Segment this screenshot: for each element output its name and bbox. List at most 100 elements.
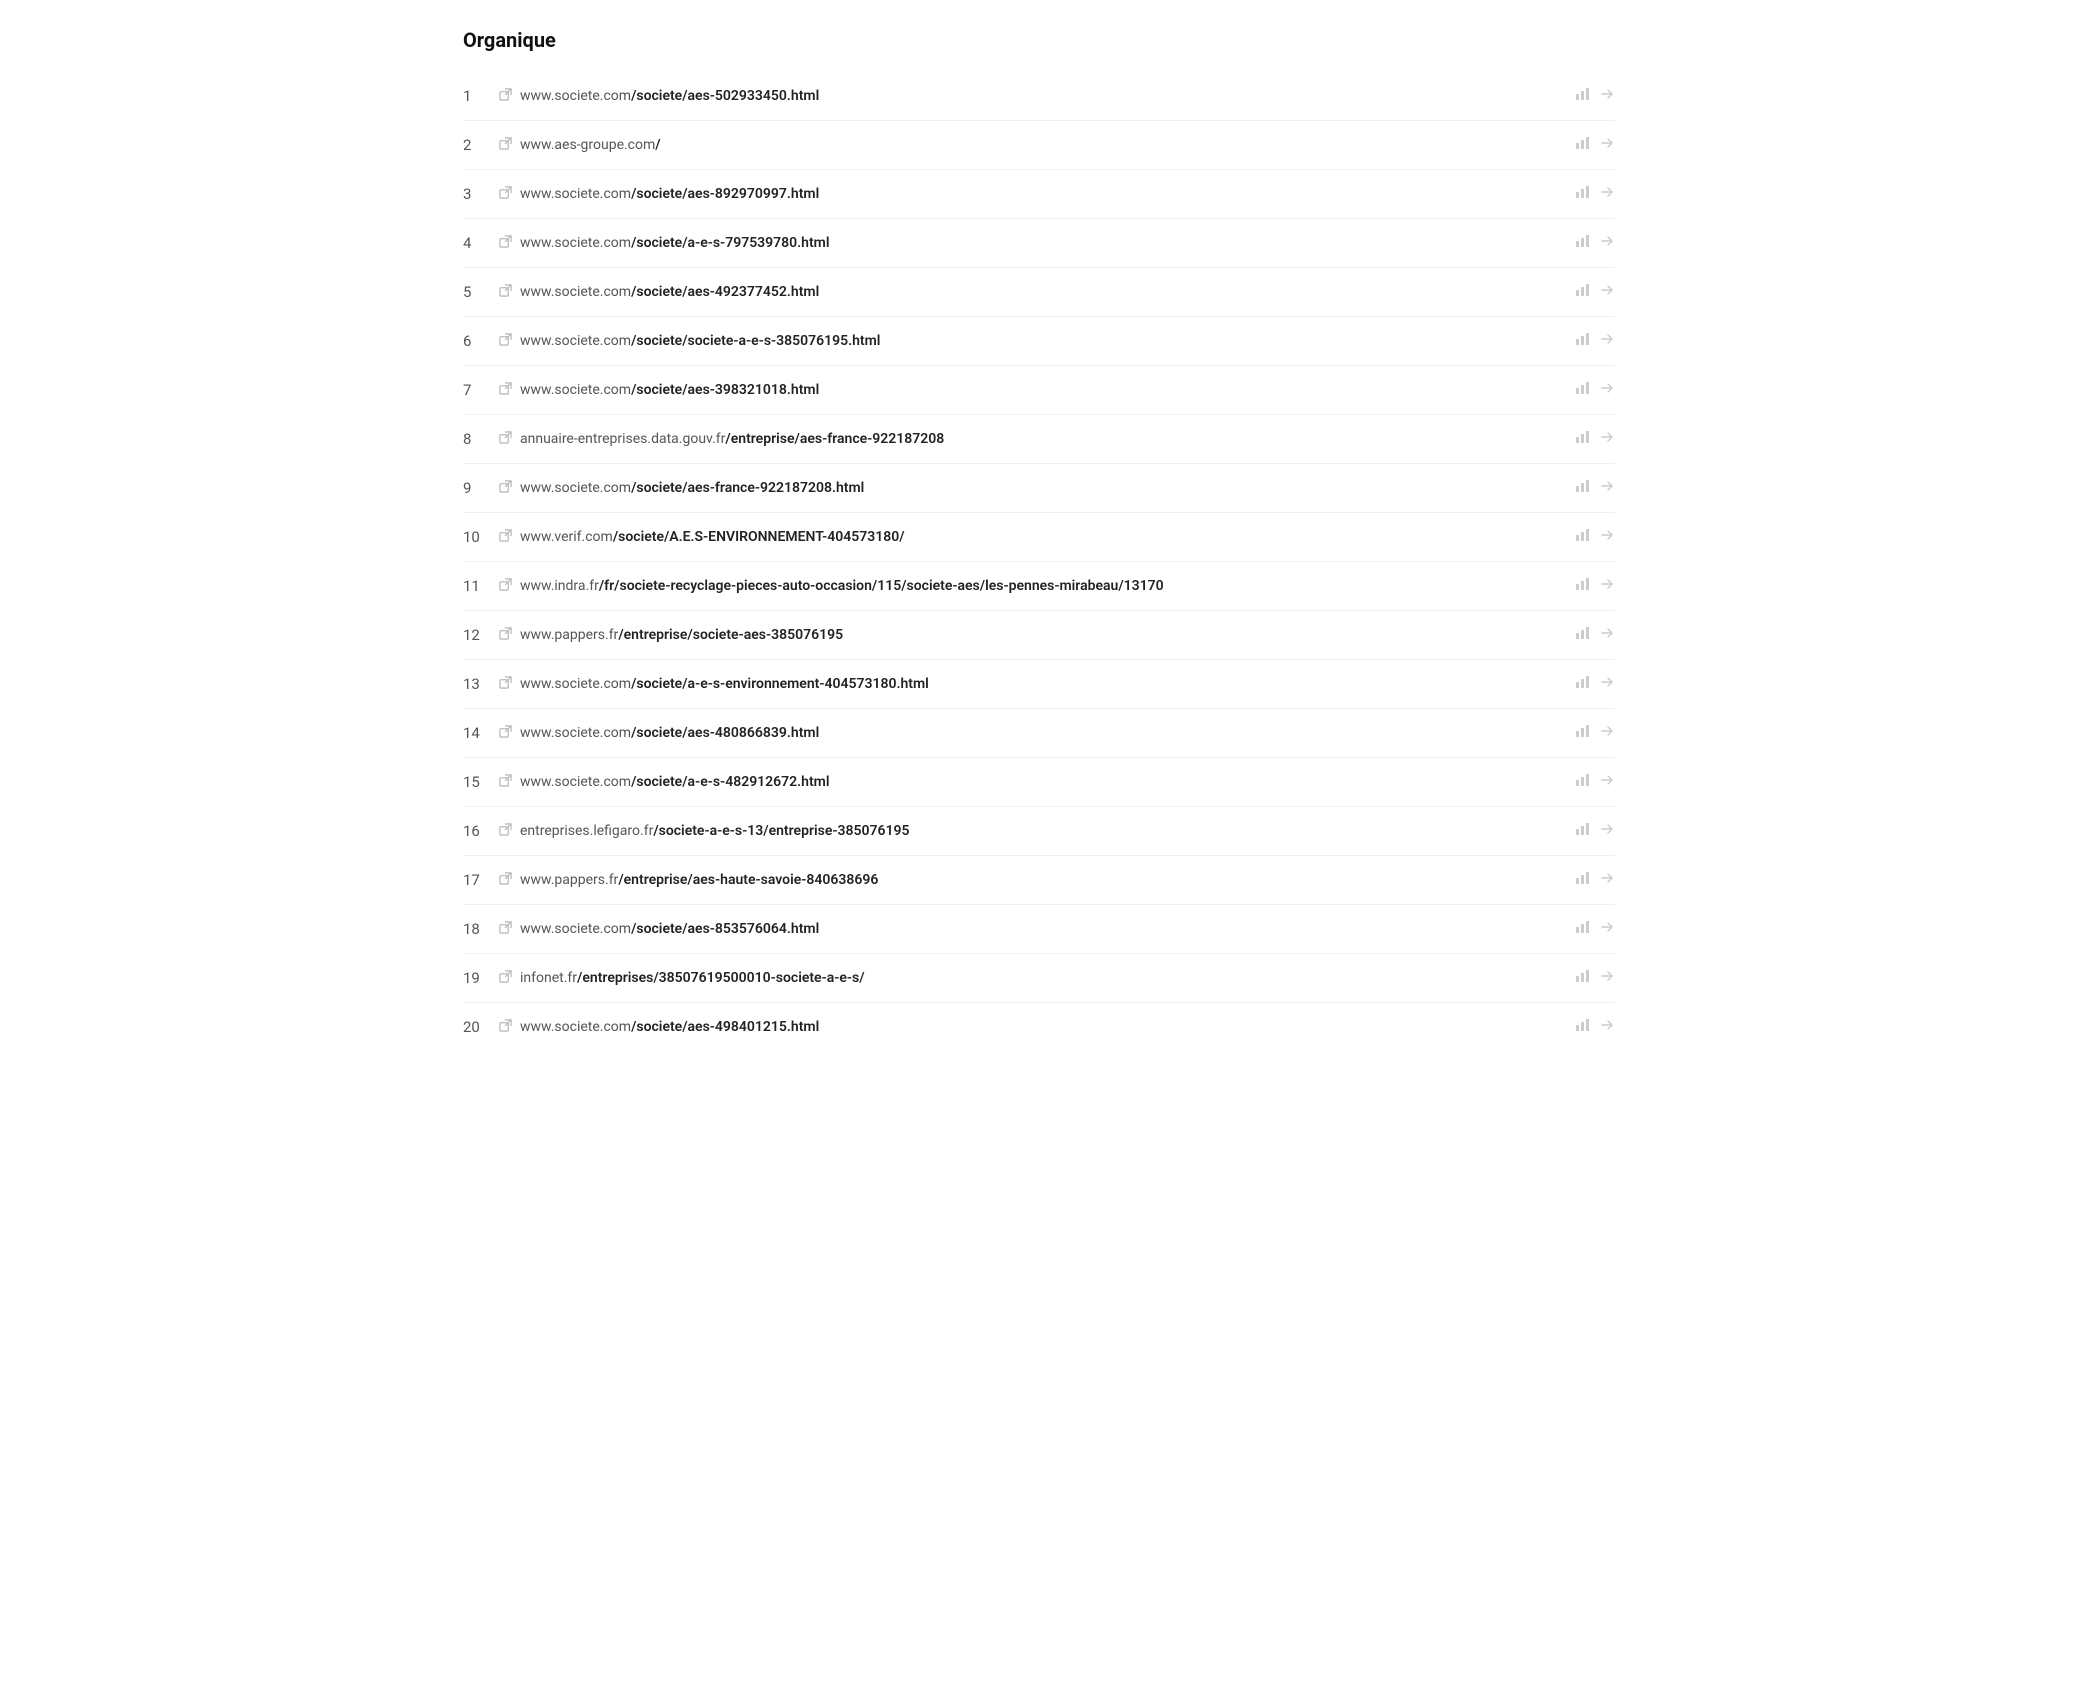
external-link-icon [499, 88, 512, 105]
url-text[interactable]: www.societe.com/societe/aes-853576064.ht… [520, 921, 1563, 937]
url-text[interactable]: annuaire-entreprises.data.gouv.fr/entrep… [520, 431, 1563, 447]
chart-icon[interactable] [1575, 527, 1591, 547]
url-text[interactable]: www.pappers.fr/entreprise/societe-aes-38… [520, 627, 1563, 643]
rank-number: 9 [463, 479, 499, 497]
navigate-arrow-icon[interactable] [1599, 86, 1615, 106]
navigate-arrow-icon[interactable] [1599, 772, 1615, 792]
result-item: 8 annuaire-entreprises.data.gouv.fr/entr… [463, 415, 1615, 464]
url-text[interactable]: www.societe.com/societe/aes-398321018.ht… [520, 382, 1563, 398]
url-text[interactable]: www.societe.com/societe/aes-492377452.ht… [520, 284, 1563, 300]
navigate-arrow-icon[interactable] [1599, 331, 1615, 351]
url-text[interactable]: www.societe.com/societe/aes-480866839.ht… [520, 725, 1563, 741]
external-link-icon [499, 823, 512, 840]
chart-icon[interactable] [1575, 1017, 1591, 1037]
url-text[interactable]: www.pappers.fr/entreprise/aes-haute-savo… [520, 872, 1563, 888]
url-text[interactable]: www.societe.com/societe/a-e-s-797539780.… [520, 235, 1563, 251]
url-text[interactable]: www.societe.com/societe/aes-892970997.ht… [520, 186, 1563, 202]
chart-icon[interactable] [1575, 723, 1591, 743]
action-buttons [1575, 86, 1615, 106]
result-item: 4 www.societe.com/societe/a-e-s-79753978… [463, 219, 1615, 268]
navigate-arrow-icon[interactable] [1599, 184, 1615, 204]
chart-icon[interactable] [1575, 576, 1591, 596]
result-item: 10 www.verif.com/societe/A.E.S-ENVIRONNE… [463, 513, 1615, 562]
navigate-arrow-icon[interactable] [1599, 478, 1615, 498]
chart-icon[interactable] [1575, 478, 1591, 498]
navigate-arrow-icon[interactable] [1599, 821, 1615, 841]
chart-icon[interactable] [1575, 429, 1591, 449]
rank-number: 7 [463, 381, 499, 399]
action-buttons [1575, 576, 1615, 596]
external-link-icon [499, 676, 512, 693]
navigate-arrow-icon[interactable] [1599, 723, 1615, 743]
result-item: 9 www.societe.com/societe/aes-france-922… [463, 464, 1615, 513]
action-buttons [1575, 282, 1615, 302]
action-buttons [1575, 331, 1615, 351]
url-text[interactable]: www.societe.com/societe/aes-502933450.ht… [520, 88, 1563, 104]
external-link-icon [499, 627, 512, 644]
chart-icon[interactable] [1575, 919, 1591, 939]
rank-number: 20 [463, 1018, 499, 1036]
url-text[interactable]: www.indra.fr/fr/societe-recyclage-pieces… [520, 578, 1563, 594]
url-text[interactable]: www.societe.com/societe/societe-a-e-s-38… [520, 333, 1563, 349]
external-link-icon [499, 186, 512, 203]
chart-icon[interactable] [1575, 772, 1591, 792]
result-item: 14 www.societe.com/societe/aes-480866839… [463, 709, 1615, 758]
external-link-icon [499, 970, 512, 987]
result-item: 18 www.societe.com/societe/aes-853576064… [463, 905, 1615, 954]
chart-icon[interactable] [1575, 968, 1591, 988]
url-text[interactable]: www.verif.com/societe/A.E.S-ENVIRONNEMEN… [520, 529, 1563, 545]
navigate-arrow-icon[interactable] [1599, 135, 1615, 155]
chart-icon[interactable] [1575, 380, 1591, 400]
section-title: Organique [463, 28, 1615, 52]
navigate-arrow-icon[interactable] [1599, 576, 1615, 596]
navigate-arrow-icon[interactable] [1599, 870, 1615, 890]
action-buttons [1575, 870, 1615, 890]
chart-icon[interactable] [1575, 184, 1591, 204]
action-buttons [1575, 772, 1615, 792]
external-link-icon [499, 578, 512, 595]
rank-number: 2 [463, 136, 499, 154]
result-item: 13 www.societe.com/societe/a-e-s-environ… [463, 660, 1615, 709]
chart-icon[interactable] [1575, 625, 1591, 645]
url-text[interactable]: infonet.fr/entreprises/38507619500010-so… [520, 970, 1563, 986]
result-item: 16 entreprises.lefigaro.fr/societe-a-e-s… [463, 807, 1615, 856]
url-text[interactable]: entreprises.lefigaro.fr/societe-a-e-s-13… [520, 823, 1563, 839]
url-text[interactable]: www.societe.com/societe/aes-france-92218… [520, 480, 1563, 496]
chart-icon[interactable] [1575, 86, 1591, 106]
navigate-arrow-icon[interactable] [1599, 625, 1615, 645]
navigate-arrow-icon[interactable] [1599, 380, 1615, 400]
action-buttons [1575, 625, 1615, 645]
rank-number: 5 [463, 283, 499, 301]
action-buttons [1575, 674, 1615, 694]
navigate-arrow-icon[interactable] [1599, 968, 1615, 988]
url-text[interactable]: www.societe.com/societe/a-e-s-482912672.… [520, 774, 1563, 790]
url-text[interactable]: www.societe.com/societe/a-e-s-environnem… [520, 676, 1563, 692]
chart-icon[interactable] [1575, 870, 1591, 890]
action-buttons [1575, 527, 1615, 547]
navigate-arrow-icon[interactable] [1599, 1017, 1615, 1037]
rank-number: 10 [463, 528, 499, 546]
navigate-arrow-icon[interactable] [1599, 233, 1615, 253]
result-item: 6 www.societe.com/societe/societe-a-e-s-… [463, 317, 1615, 366]
chart-icon[interactable] [1575, 282, 1591, 302]
chart-icon[interactable] [1575, 331, 1591, 351]
external-link-icon [499, 284, 512, 301]
chart-icon[interactable] [1575, 821, 1591, 841]
external-link-icon [499, 333, 512, 350]
external-link-icon [499, 1019, 512, 1036]
external-link-icon [499, 431, 512, 448]
chart-icon[interactable] [1575, 135, 1591, 155]
navigate-arrow-icon[interactable] [1599, 527, 1615, 547]
external-link-icon [499, 235, 512, 252]
navigate-arrow-icon[interactable] [1599, 282, 1615, 302]
navigate-arrow-icon[interactable] [1599, 429, 1615, 449]
chart-icon[interactable] [1575, 674, 1591, 694]
external-link-icon [499, 872, 512, 889]
rank-number: 11 [463, 577, 499, 595]
chart-icon[interactable] [1575, 233, 1591, 253]
result-item: 20 www.societe.com/societe/aes-498401215… [463, 1003, 1615, 1051]
url-text[interactable]: www.societe.com/societe/aes-498401215.ht… [520, 1019, 1563, 1035]
navigate-arrow-icon[interactable] [1599, 919, 1615, 939]
navigate-arrow-icon[interactable] [1599, 674, 1615, 694]
url-text[interactable]: www.aes-groupe.com/ [520, 137, 1563, 153]
